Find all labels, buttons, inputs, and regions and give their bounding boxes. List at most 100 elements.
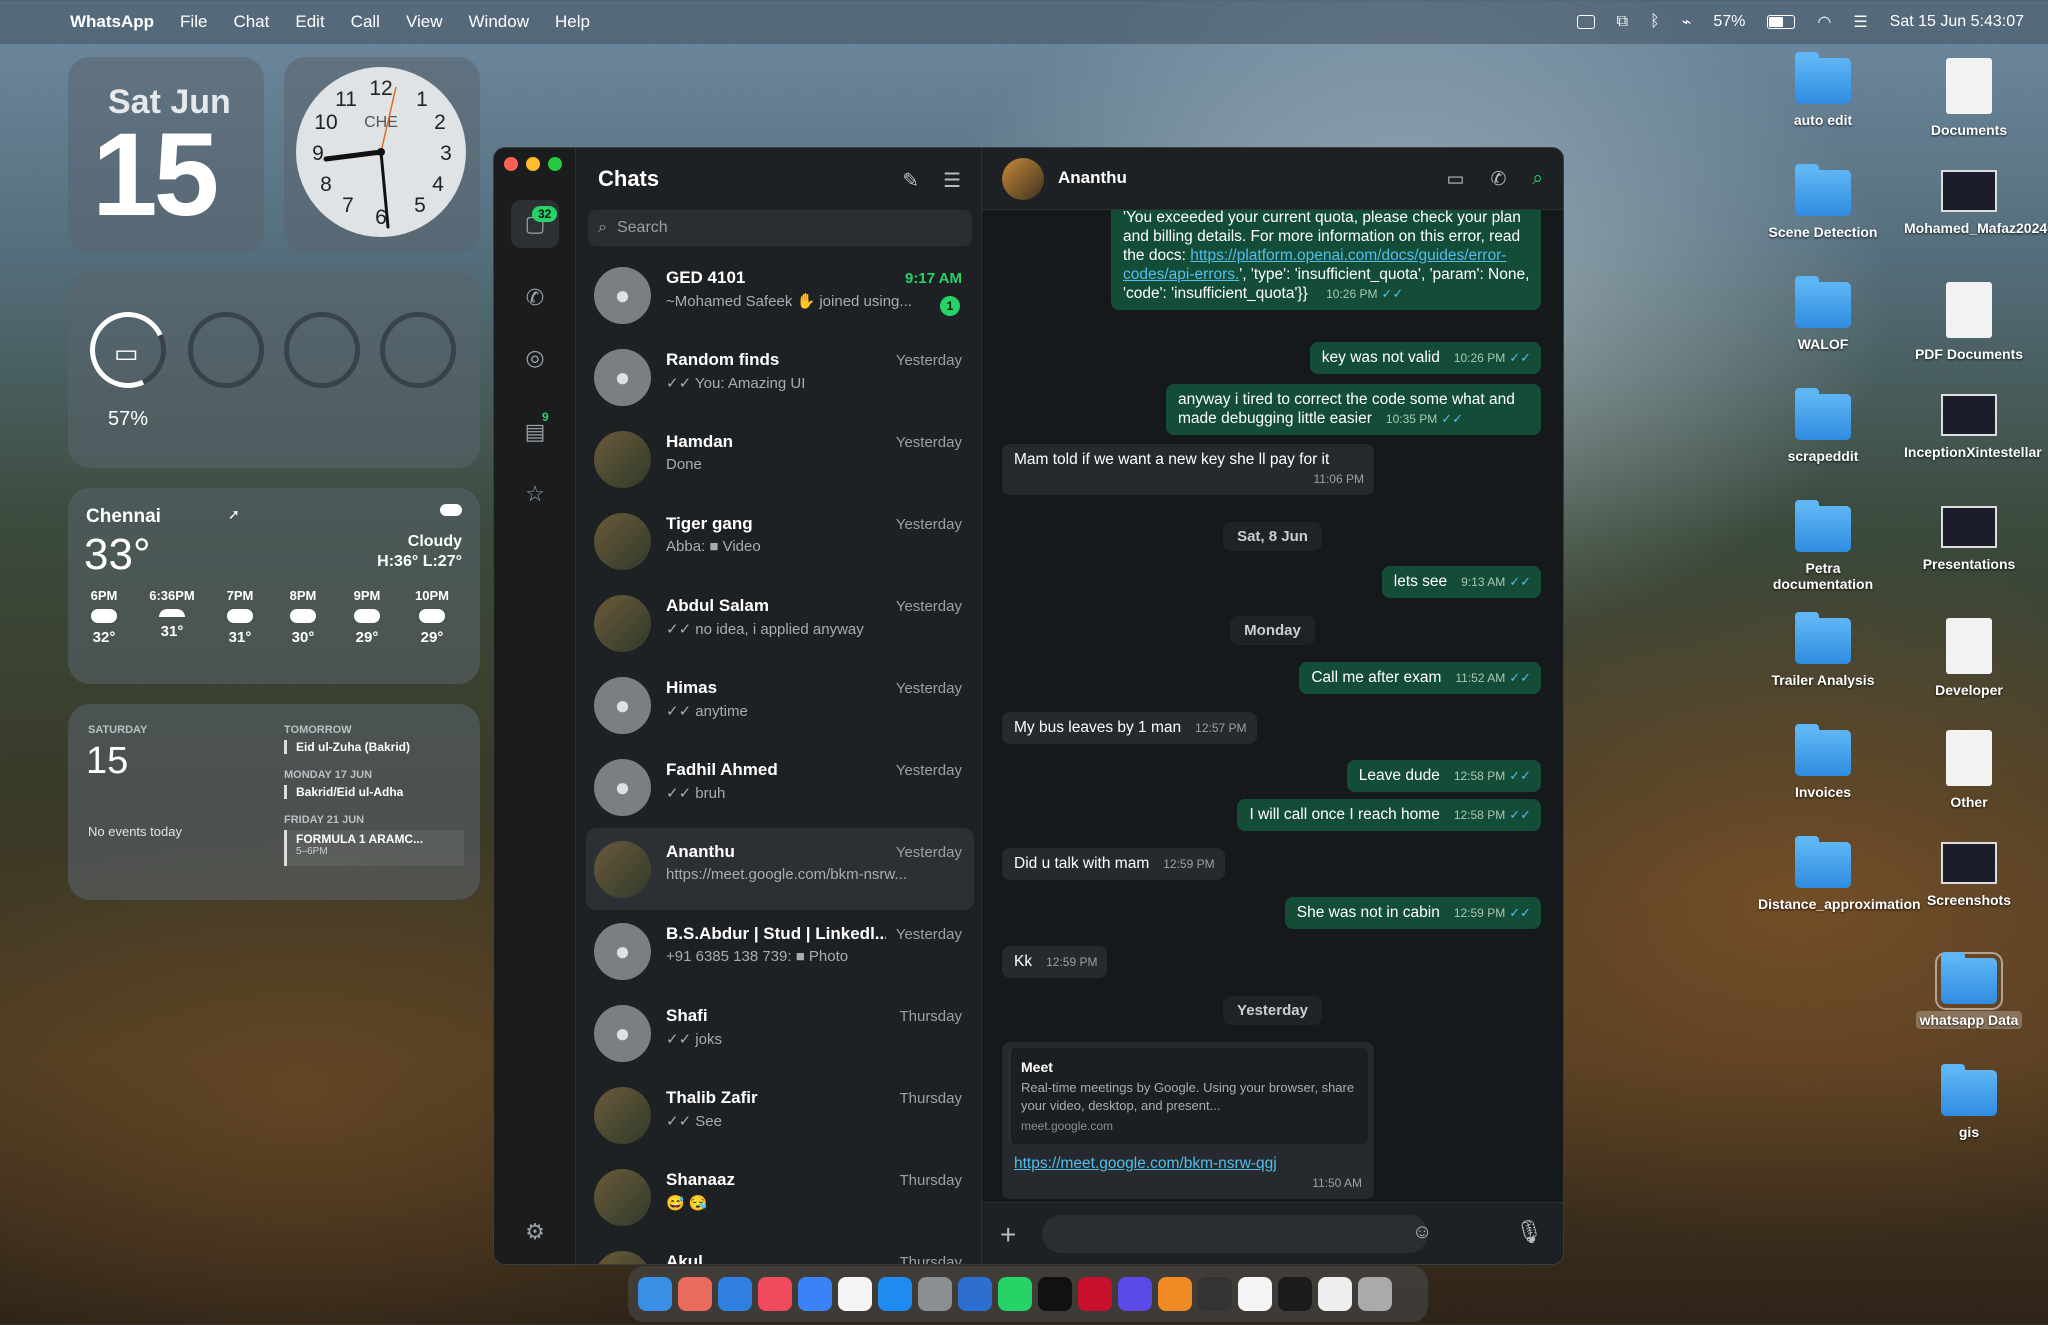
menu-call[interactable]: Call xyxy=(351,12,380,32)
message-bubble[interactable]: key was not valid 10:26 PM ✓✓ xyxy=(1309,342,1541,374)
desktop-item[interactable]: scrapeddit xyxy=(1758,388,1888,464)
desktop-item[interactable]: Mohamed_Mafaz2024041...amjt.jpg xyxy=(1904,170,2048,236)
dock-app-icon[interactable] xyxy=(1198,1277,1232,1311)
settings-nav-button[interactable]: ⚙ xyxy=(511,1208,559,1256)
chat-row[interactable]: Akul Thursday xyxy=(586,1238,974,1264)
dock-app-icon[interactable] xyxy=(1278,1277,1312,1311)
menu-chat[interactable]: Chat xyxy=(233,12,269,32)
dock-app-icon[interactable] xyxy=(998,1277,1032,1311)
message-bubble[interactable]: She was not in cabin 12:59 PM ✓✓ xyxy=(1284,897,1541,929)
desktop-item[interactable]: auto edit xyxy=(1758,52,1888,128)
desktop-item[interactable]: PDF Documents xyxy=(1904,282,2034,362)
starred-nav-button[interactable]: ☆ xyxy=(511,470,559,518)
desktop-item[interactable]: InceptionXintestellar xyxy=(1904,394,2042,460)
date-widget[interactable]: Sat Jun 15 xyxy=(68,57,264,253)
desktop-item[interactable]: Other xyxy=(1904,730,2034,810)
message-bubble[interactable]: Leave dude 12:58 PM ✓✓ xyxy=(1346,760,1541,792)
weather-widget[interactable]: Chennai ➚ 33° Cloudy H:36° L:27° 6PM 32° … xyxy=(68,488,480,684)
message-bubble[interactable]: Mam told if we want a new key she ll pay… xyxy=(1002,444,1374,495)
avatar[interactable] xyxy=(1002,158,1044,200)
desktop-item[interactable]: whatsapp Data xyxy=(1904,952,2034,1029)
dock-app-icon[interactable] xyxy=(638,1277,672,1311)
menu-file[interactable]: File xyxy=(180,12,207,32)
message-bubble[interactable]: Did u talk with mam 12:59 PM xyxy=(1002,848,1225,880)
bluetooth-icon[interactable]: ᛒ xyxy=(1650,13,1660,31)
chat-row[interactable]: ● Random finds Yesterday ✓✓ You: Amazing UI xyxy=(586,336,974,418)
dock-app-icon[interactable] xyxy=(1158,1277,1192,1311)
message-bubble[interactable]: I will call once I reach home 12:58 PM ✓✓ xyxy=(1237,799,1541,831)
desktop-item[interactable]: Screenshots xyxy=(1904,842,2034,908)
message-bubble[interactable]: Kk 12:59 PM xyxy=(1002,946,1108,978)
dock-app-icon[interactable] xyxy=(1238,1277,1272,1311)
close-window-button[interactable] xyxy=(504,157,518,171)
desktop-item[interactable]: Invoices xyxy=(1758,724,1888,800)
attach-plus-icon[interactable]: + xyxy=(1000,1219,1016,1251)
dock-app-icon[interactable] xyxy=(838,1277,872,1311)
status-nav-button[interactable]: ◎ xyxy=(511,334,559,382)
maximize-window-button[interactable] xyxy=(548,157,562,171)
calls-nav-button[interactable]: ✆ xyxy=(511,274,559,322)
desktop-item[interactable]: WALOF xyxy=(1758,276,1888,352)
control-center-icon[interactable]: ☰ xyxy=(1853,12,1867,32)
dock-app-icon[interactable] xyxy=(758,1277,792,1311)
archived-nav-button[interactable]: ▤ xyxy=(511,408,559,456)
chat-row[interactable]: Ananthu Yesterday https://meet.google.com/… xyxy=(586,828,974,910)
message-bubble[interactable]: lets see 9:13 AM ✓✓ xyxy=(1381,566,1541,598)
message-bubble[interactable]: anyway i tired to correct the code some … xyxy=(1166,384,1541,435)
cal-event[interactable]: FORMULA 1 ARAMC... 5–6PM xyxy=(284,830,464,866)
emoji-icon[interactable]: ☺ xyxy=(1412,1221,1432,1244)
search-input[interactable]: ⌕ Search xyxy=(588,210,972,246)
desktop-item[interactable]: Distance_approximation xyxy=(1758,836,1921,912)
activity-icon[interactable]: ⌁ xyxy=(1682,12,1692,32)
new-chat-icon[interactable]: ✎ xyxy=(902,168,919,193)
desktop-item[interactable]: Scene Detection xyxy=(1758,164,1888,240)
battery-widget[interactable]: ▭ 57% xyxy=(68,272,480,468)
chat-row[interactable]: ● Shafi Thursday ✓✓ joks xyxy=(586,992,974,1074)
dock-app-icon[interactable] xyxy=(918,1277,952,1311)
dock-app-icon[interactable] xyxy=(1118,1277,1152,1311)
dock-app-icon[interactable] xyxy=(958,1277,992,1311)
menu-view[interactable]: View xyxy=(406,12,443,32)
dock-app-icon[interactable] xyxy=(798,1277,832,1311)
message-input[interactable] xyxy=(1042,1215,1428,1253)
calendar-widget[interactable]: SATURDAY 15 No events today TOMORROW Eid… xyxy=(68,704,480,900)
desktop-item[interactable]: Petra documentation xyxy=(1758,500,1888,592)
dock-app-icon[interactable] xyxy=(678,1277,712,1311)
message-bubble[interactable]: Call me after exam 11:52 AM ✓✓ xyxy=(1299,662,1541,694)
link-preview-card[interactable]: Meet Real-time meetings by Google. Using… xyxy=(1008,1048,1368,1144)
clock-widget[interactable]: 12 1 2 3 4 5 6 7 8 9 10 11 CHE xyxy=(284,57,480,253)
battery-icon[interactable] xyxy=(1767,15,1796,29)
minimize-window-button[interactable] xyxy=(526,157,540,171)
desktop-item[interactable]: Developer xyxy=(1904,618,2034,698)
link-preview-message[interactable]: Meet Real-time meetings by Google. Using… xyxy=(1002,1042,1374,1199)
video-call-icon[interactable]: ▭ xyxy=(1446,168,1464,191)
conversation-header[interactable]: Ananthu ▭ ✆ ⌕ xyxy=(982,148,1563,210)
message-bubble[interactable]: My bus leaves by 1 man 12:57 PM xyxy=(1002,712,1257,744)
chat-row[interactable]: Tiger gang Yesterday Abba: ■ Video xyxy=(586,500,974,582)
cal-event[interactable]: Bakrid/Eid ul-Adha xyxy=(284,785,403,799)
dock-app-icon[interactable] xyxy=(1358,1277,1392,1311)
filter-icon[interactable]: ☰ xyxy=(943,168,961,193)
dock-app-icon[interactable] xyxy=(718,1277,752,1311)
menu-edit[interactable]: Edit xyxy=(295,12,324,32)
chat-row[interactable]: Thalib Zafir Thursday ✓✓ See xyxy=(586,1074,974,1156)
chat-row[interactable]: Shanaaz Thursday 😅 😪 xyxy=(586,1156,974,1238)
chat-row[interactable]: ● GED 4101 9:17 AM ~Mohamed Safeek ✋ joined… xyxy=(586,254,974,336)
dock-app-icon[interactable] xyxy=(878,1277,912,1311)
menu-app-name[interactable]: WhatsApp xyxy=(70,12,154,32)
chat-row[interactable]: ● B.S.Abdur | Stud | Linkedl... Yesterday +… xyxy=(586,910,974,992)
menu-window[interactable]: Window xyxy=(469,12,529,32)
message-bubble[interactable]: 'You exceeded your current quota, please… xyxy=(1111,210,1541,310)
chat-row[interactable]: Hamdan Yesterday Done xyxy=(586,418,974,500)
chat-row[interactable]: ● Himas Yesterday ✓✓ anytime xyxy=(586,664,974,746)
message-link[interactable]: https://meet.google.com/bkm-nsrw-qgj xyxy=(1014,1155,1277,1172)
screen-mirror-icon[interactable]: ⧉ xyxy=(1617,13,1628,31)
keyboard-icon[interactable] xyxy=(1576,15,1595,29)
chat-row[interactable]: Abdul Salam Yesterday ✓✓ no idea, i applie… xyxy=(586,582,974,664)
menu-help[interactable]: Help xyxy=(555,12,590,32)
dock-app-icon[interactable] xyxy=(1038,1277,1072,1311)
menu-clock[interactable]: Sat 15 Jun 5:43:07 xyxy=(1890,13,2024,31)
contact-name[interactable]: Ananthu xyxy=(1058,168,1127,188)
dock-app-icon[interactable] xyxy=(1318,1277,1352,1311)
phone-icon[interactable]: ✆ xyxy=(1490,168,1506,191)
